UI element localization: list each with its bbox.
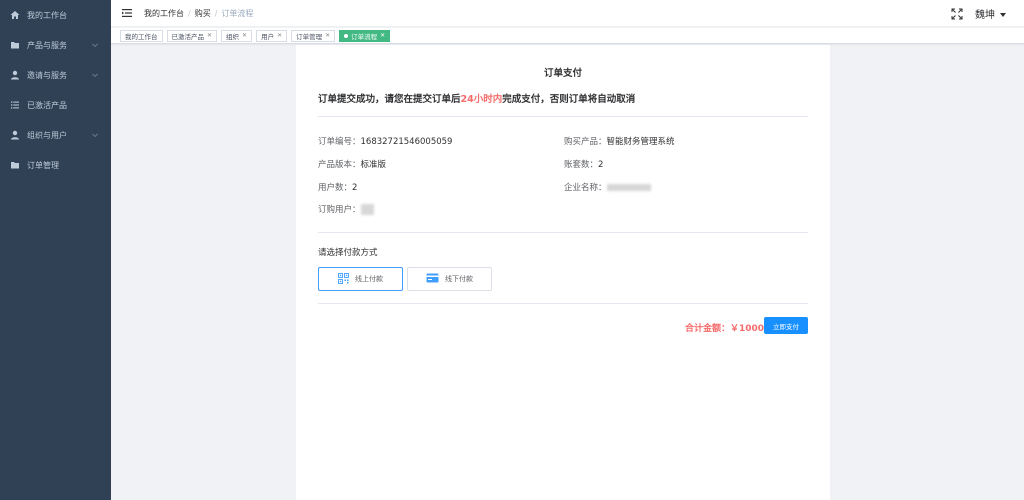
redacted-company [606,184,651,191]
sidebar-item-activated[interactable]: 已激活产品 [0,90,111,120]
chevron-down-icon [91,131,99,139]
caret-down-icon [1000,13,1006,17]
product-version: 产品版本：标准版 [318,160,387,170]
tag-org[interactable]: 组织 ✕ [221,29,253,42]
breadcrumb-item-current: 订单流程 [221,8,254,18]
sidebar-item-label: 订单管理 [27,160,59,170]
user-count: 用户数：2 [318,183,358,193]
tag-order-management[interactable]: 订单管理 ✕ [291,29,336,42]
list-icon [10,100,20,110]
sidebar-item-label: 产品与服务 [27,40,67,50]
order-notice: 订单提交成功，请您在提交订单后24小时内完成支付，否则订单将自动取消 [318,94,636,105]
tags-view: 我的工作台 已激活产品 ✕ 组织 ✕ 用户 ✕ 订单管理 ✕ 订单流程 ✕ [111,28,1024,44]
chevron-down-icon [91,41,99,49]
redacted-buyer [360,204,374,215]
account-count: 账套数：2 [564,160,604,170]
company-name: 企业名称： [564,181,651,193]
close-icon[interactable]: ✕ [277,32,282,39]
sidebar-item-label: 已激活产品 [27,100,67,110]
tag-activated-products[interactable]: 已激活产品 ✕ [166,29,218,42]
folder-icon [10,160,20,170]
sidebar: 我的工作台 产品与服务 邀请与服务 已激活产品 组织与用户 订单管理 [0,0,111,500]
qrcode-icon [338,272,349,286]
sidebar-item-org[interactable]: 组织与用户 [0,120,111,150]
pay-now-button[interactable]: 立即支付 [764,317,808,334]
online-payment-button[interactable]: 线上付款 [318,267,403,291]
active-dot-icon [344,33,349,38]
fullscreen-icon[interactable] [951,8,963,20]
folder-icon [10,40,20,50]
chevron-down-icon [91,71,99,79]
breadcrumb-item[interactable]: 我的工作台 [144,8,184,19]
sidebar-item-label: 邀请与服务 [27,70,67,80]
order-number: 订单编号：16832721546005059 [318,137,453,147]
divider [318,232,808,233]
sidebar-item-label: 我的工作台 [27,10,67,20]
divider [318,303,808,304]
close-icon[interactable]: ✕ [207,32,212,39]
payment-method-label: 请选择付款方式 [318,248,378,258]
sidebar-item-products[interactable]: 产品与服务 [0,30,111,60]
username: 魏坤 [975,10,995,21]
tag-workbench[interactable]: 我的工作台 [120,29,163,42]
total-amount: 合计金额：￥1000 [684,324,764,334]
divider [318,116,808,117]
notice-highlight: 24小时内 [460,94,503,105]
close-icon[interactable]: ✕ [380,32,385,39]
home-icon [10,10,20,20]
order-payment-card: 订单支付 订单提交成功，请您在提交订单后24小时内完成支付，否则订单将自动取消 … [296,45,830,500]
offline-payment-button[interactable]: 线下付款 [407,267,492,291]
user-icon [10,130,20,140]
buyer-user: 订购用户： [318,203,374,215]
hamburger-icon[interactable] [122,8,132,18]
user-icon [10,70,20,80]
close-icon[interactable]: ✕ [242,32,247,39]
close-icon[interactable]: ✕ [325,32,330,39]
sidebar-item-invite[interactable]: 邀请与服务 [0,60,111,90]
user-menu[interactable]: 魏坤 [975,6,1006,21]
sidebar-item-workbench[interactable]: 我的工作台 [0,0,111,30]
tag-users[interactable]: 用户 ✕ [256,29,288,42]
card-icon [426,273,439,285]
breadcrumb-item[interactable]: 购买 [195,8,211,19]
sidebar-item-label: 组织与用户 [27,130,67,140]
page-title: 订单支付 [543,68,582,79]
tag-order-flow[interactable]: 订单流程 ✕ [339,29,391,42]
breadcrumb: 我的工作台 / 购买 / 订单流程 [144,8,254,19]
purchased-product: 购买产品：智能财务管理系统 [564,137,675,147]
top-navbar: 我的工作台 / 购买 / 订单流程 魏坤 [111,0,1024,27]
sidebar-item-orders[interactable]: 订单管理 [0,150,111,180]
